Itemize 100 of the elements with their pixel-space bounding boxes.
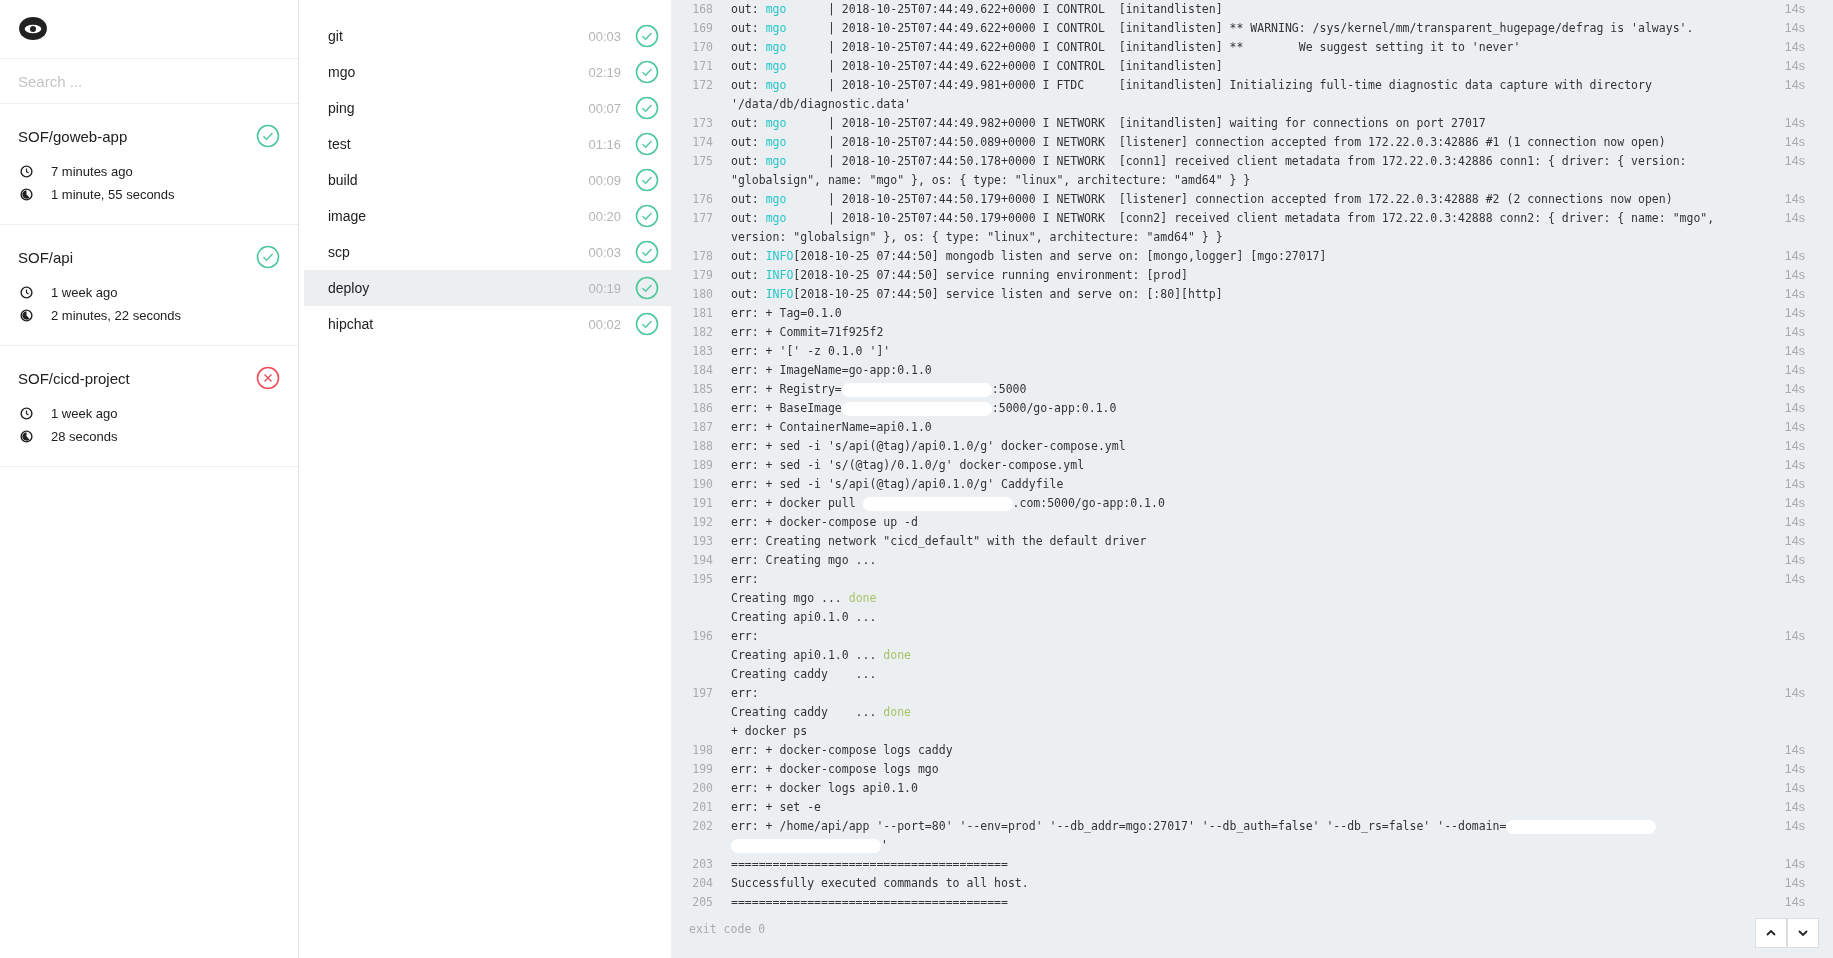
log-time: 14s <box>1784 799 1805 816</box>
log-line: Creating caddy ... <box>731 666 878 683</box>
log-line: '/data/db/diagnostic.data' <box>731 96 912 113</box>
line-number: 195 <box>691 571 713 588</box>
log-line: out: INFO[2018-10-25 07:44:50] service running environment: [prod] <box>731 267 1189 284</box>
repo-card[interactable]: SOF/api 1 week ago 2 minutes, 22 seconds <box>0 225 298 346</box>
log-line: out: mgo | 2018-10-25T07:44:49.622+0000 I CONTROL [initandlisten] ** We suggest setting it to 'never' <box>731 39 1522 56</box>
chevron-down-icon <box>1797 927 1809 939</box>
build-started: 1 week ago <box>51 406 118 421</box>
log-time: 14s <box>1784 343 1805 360</box>
log-time: 14s <box>1784 115 1805 132</box>
repo-name: SOF/api <box>18 248 74 266</box>
line-number: 181 <box>691 305 713 322</box>
log-line: ======================================== <box>731 856 1009 873</box>
line-number: 172 <box>691 77 713 94</box>
log-time: 14s <box>1784 552 1805 569</box>
step-item[interactable]: build 00:09 <box>304 162 671 198</box>
log-line: out: mgo | 2018-10-25T07:44:49.622+0000 I CONTROL [initandlisten] <box>731 1 1224 18</box>
line-number: 193 <box>691 533 713 550</box>
log-line: err: <box>731 685 760 702</box>
scroll-down-button[interactable] <box>1787 918 1819 948</box>
step-item[interactable]: image 00:20 <box>304 198 671 234</box>
step-name: test <box>328 136 352 152</box>
log-time: 14s <box>1784 39 1805 56</box>
timer-icon <box>20 188 33 201</box>
line-number: 189 <box>691 457 713 474</box>
line-number: 169 <box>691 20 713 37</box>
log-line: err: Creating network "cicd_default" with the default driver <box>731 533 1148 550</box>
log-time: 14s <box>1784 267 1805 284</box>
log-line: out: mgo | 2018-10-25T07:44:50.089+0000 I NETWORK [listener] connection accepted from 172.22.0.3:42886 #1 (1 connection now open) <box>731 134 1667 151</box>
log-time: 14s <box>1784 324 1805 341</box>
log-line: out: mgo | 2018-10-25T07:44:49.982+0000 I NETWORK [initandlisten] waiting for connections on port 27017 <box>731 115 1487 132</box>
logo-icon[interactable] <box>18 17 48 41</box>
log-line: out: mgo | 2018-10-25T07:44:50.178+0000 I NETWORK [conn1] received client metadata from 172.22.0.3:42886 conn1: { driver: { version: <box>731 153 1688 170</box>
log-line: err: + sed -i 's/api(@tag)/api0.1.0/g' docker-compose.yml <box>731 438 1127 455</box>
line-number: 171 <box>691 58 713 75</box>
step-item[interactable]: git 00:03 <box>304 18 671 54</box>
log-time: 14s <box>1784 20 1805 37</box>
step-item[interactable]: scp 00:03 <box>304 234 671 270</box>
exit-code: exit code 0 <box>689 922 766 936</box>
scroll-up-button[interactable] <box>1755 918 1787 948</box>
step-time: 00:20 <box>588 208 621 224</box>
repo-name: SOF/cicd-project <box>18 369 130 387</box>
step-name: image <box>328 208 368 224</box>
log-time: 14s <box>1784 134 1805 151</box>
log-time: 14s <box>1784 856 1805 873</box>
repo-card[interactable]: SOF/cicd-project 1 week ago 28 seconds <box>0 346 298 467</box>
log-time: 14s <box>1784 628 1805 645</box>
log-line: err: <box>731 571 760 588</box>
line-number: 184 <box>691 362 713 379</box>
log-time: 14s <box>1784 1 1805 18</box>
log-line: Creating api0.1.0 ... <box>731 609 878 626</box>
step-item[interactable]: deploy 00:19 <box>304 270 671 306</box>
step-item[interactable]: test 01:16 <box>304 126 671 162</box>
log-line: out: mgo | 2018-10-25T07:44:50.179+0000 I NETWORK [listener] connection accepted from 172.22.0.3:42888 #2 (2 connections now open) <box>731 191 1674 208</box>
line-number: 197 <box>691 685 713 702</box>
log-time: 14s <box>1784 761 1805 778</box>
log-time: 14s <box>1784 419 1805 436</box>
log-line: ' <box>731 836 1785 855</box>
step-time: 01:16 <box>588 136 621 152</box>
log-time: 14s <box>1784 685 1805 702</box>
repo-card[interactable]: SOF/goweb-app 7 minutes ago 1 minute, 55 seconds <box>0 104 298 225</box>
line-number: 186 <box>691 400 713 417</box>
line-number: 180 <box>691 286 713 303</box>
build-started: 1 week ago <box>51 285 118 300</box>
log-line: out: INFO[2018-10-25 07:44:50] service listen and serve on: [:80][http] <box>731 286 1224 303</box>
log-line: "globalsign", name: "mgo" }, os: { type: "linux", architecture: "amd64" } } <box>731 172 1252 189</box>
log-line: err: + ContainerName=api0.1.0 <box>731 419 933 436</box>
line-number: 198 <box>691 742 713 759</box>
line-number: 190 <box>691 476 713 493</box>
log-line: out: INFO[2018-10-25 07:44:50] mongodb listen and serve on: [mongo,logger] [mgo:27017] <box>731 248 1328 265</box>
line-number: 204 <box>691 875 713 892</box>
step-time: 00:03 <box>588 244 621 260</box>
log-line: err: + Tag=0.1.0 <box>731 305 843 322</box>
log-line: err: + sed -i 's/(@tag)/0.1.0/g' docker-compose.yml <box>731 457 1086 474</box>
line-number: 176 <box>691 191 713 208</box>
log-line: version: "globalsign" }, os: { type: "linux", architecture: "amd64" } } <box>731 229 1224 246</box>
log-time: 14s <box>1784 514 1805 531</box>
step-item[interactable]: ping 00:07 <box>304 90 671 126</box>
log-line: err: + /home/api/app '--port=80' '--env=prod' '--db_addr=mgo:27017' '--db_auth=false' '--db_rs=false' '--domain= <box>731 817 1785 836</box>
log-line: out: mgo | 2018-10-25T07:44:49.622+0000 I CONTROL [initandlisten] <box>731 58 1224 75</box>
step-name: git <box>328 28 344 44</box>
log-time: 14s <box>1784 286 1805 303</box>
step-name: ping <box>328 100 356 116</box>
log-line: out: mgo | 2018-10-25T07:44:50.179+0000 I NETWORK [conn2] received client metadata from 172.22.0.3:42888 conn2: { driver: { name: "mgo", <box>731 210 1716 227</box>
log-line: err: + docker-compose up -d <box>731 514 919 531</box>
log-time: 14s <box>1784 210 1805 227</box>
line-number: 174 <box>691 134 713 151</box>
log-line: err: + set -e <box>731 799 822 816</box>
line-number: 200 <box>691 780 713 797</box>
step-time: 00:07 <box>588 100 621 116</box>
step-item[interactable]: hipchat 00:02 <box>304 306 671 342</box>
line-number: 177 <box>691 210 713 227</box>
log-time: 14s <box>1784 818 1805 835</box>
clock-icon <box>20 165 33 178</box>
step-item[interactable]: mgo 02:19 <box>304 54 671 90</box>
log-time: 14s <box>1784 533 1805 550</box>
line-number: 191 <box>691 495 713 512</box>
step-time: 00:02 <box>588 316 621 332</box>
log-line: err: + docker pull .com:5000/go-app:0.1.0 <box>731 495 1166 513</box>
